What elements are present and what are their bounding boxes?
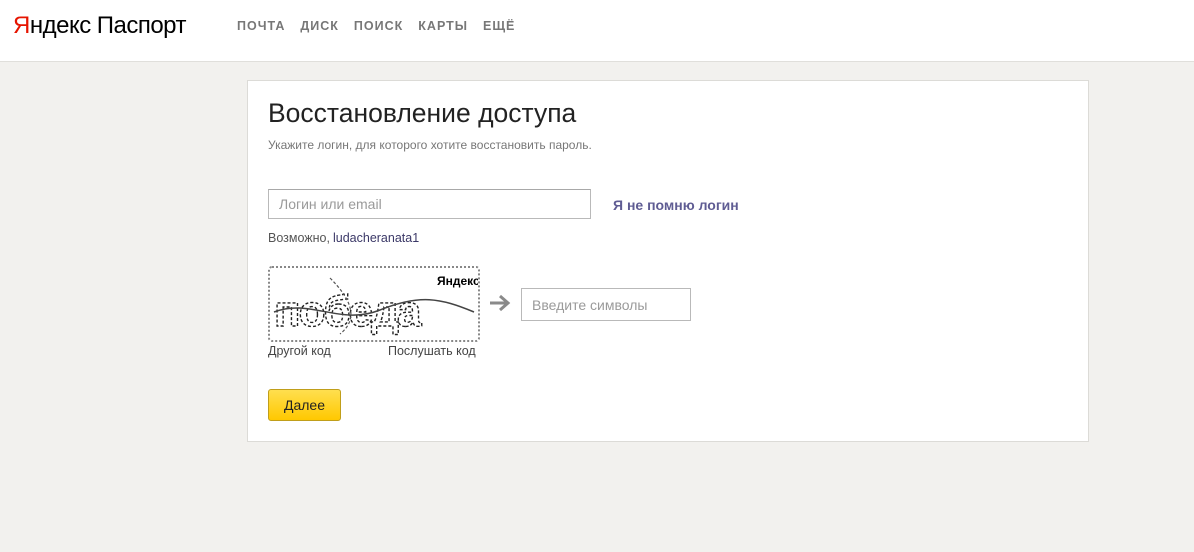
nav-item-more[interactable]: ЕЩЁ (483, 19, 515, 33)
suggestion-label: Возможно, (268, 231, 330, 245)
logo-service-name: Паспорт (96, 12, 187, 39)
listen-code-link[interactable]: Послушать код (388, 344, 476, 358)
page-title: Восстановление доступа (268, 98, 577, 128)
nav-item-disk[interactable]: ДИСК (300, 19, 339, 33)
restore-access-card: Восстановление доступа Укажите логин, дл… (247, 80, 1089, 442)
page-subtitle: Укажите логин, для которого хотите восст… (268, 138, 592, 152)
login-suggestion: Возможно, ludacheranata1 (268, 231, 419, 245)
top-nav: ПОЧТА ДИСК ПОИСК КАРТЫ ЕЩЁ (237, 19, 530, 33)
logo-brand-first-letter: Я (13, 12, 30, 39)
logo-brand-rest: ндекс (29, 12, 91, 39)
header: Яндекс Паспорт ПОЧТА ДИСК ПОИСК КАРТЫ ЕЩЁ (0, 0, 1194, 62)
next-button[interactable]: Далее (268, 389, 341, 421)
arrow-right-icon (488, 291, 512, 320)
captcha-image: Яндекс победа (268, 266, 480, 342)
captcha-picture: Яндекс победа (273, 274, 478, 337)
forgot-login-link[interactable]: Я не помню логин (613, 197, 739, 213)
login-input[interactable] (268, 189, 591, 219)
nav-item-search[interactable]: ПОИСК (354, 19, 403, 33)
captcha-input[interactable] (521, 288, 691, 321)
nav-item-mail[interactable]: ПОЧТА (237, 19, 285, 33)
suggested-login-link[interactable]: ludacheranata1 (333, 231, 419, 245)
captcha-distorted-text: победа (274, 287, 422, 336)
other-code-link[interactable]: Другой код (268, 344, 331, 358)
captcha-brand-text: Яндекс (437, 274, 478, 288)
yandex-passport-logo[interactable]: Яндекс Паспорт (13, 12, 186, 40)
nav-item-maps[interactable]: КАРТЫ (418, 19, 468, 33)
